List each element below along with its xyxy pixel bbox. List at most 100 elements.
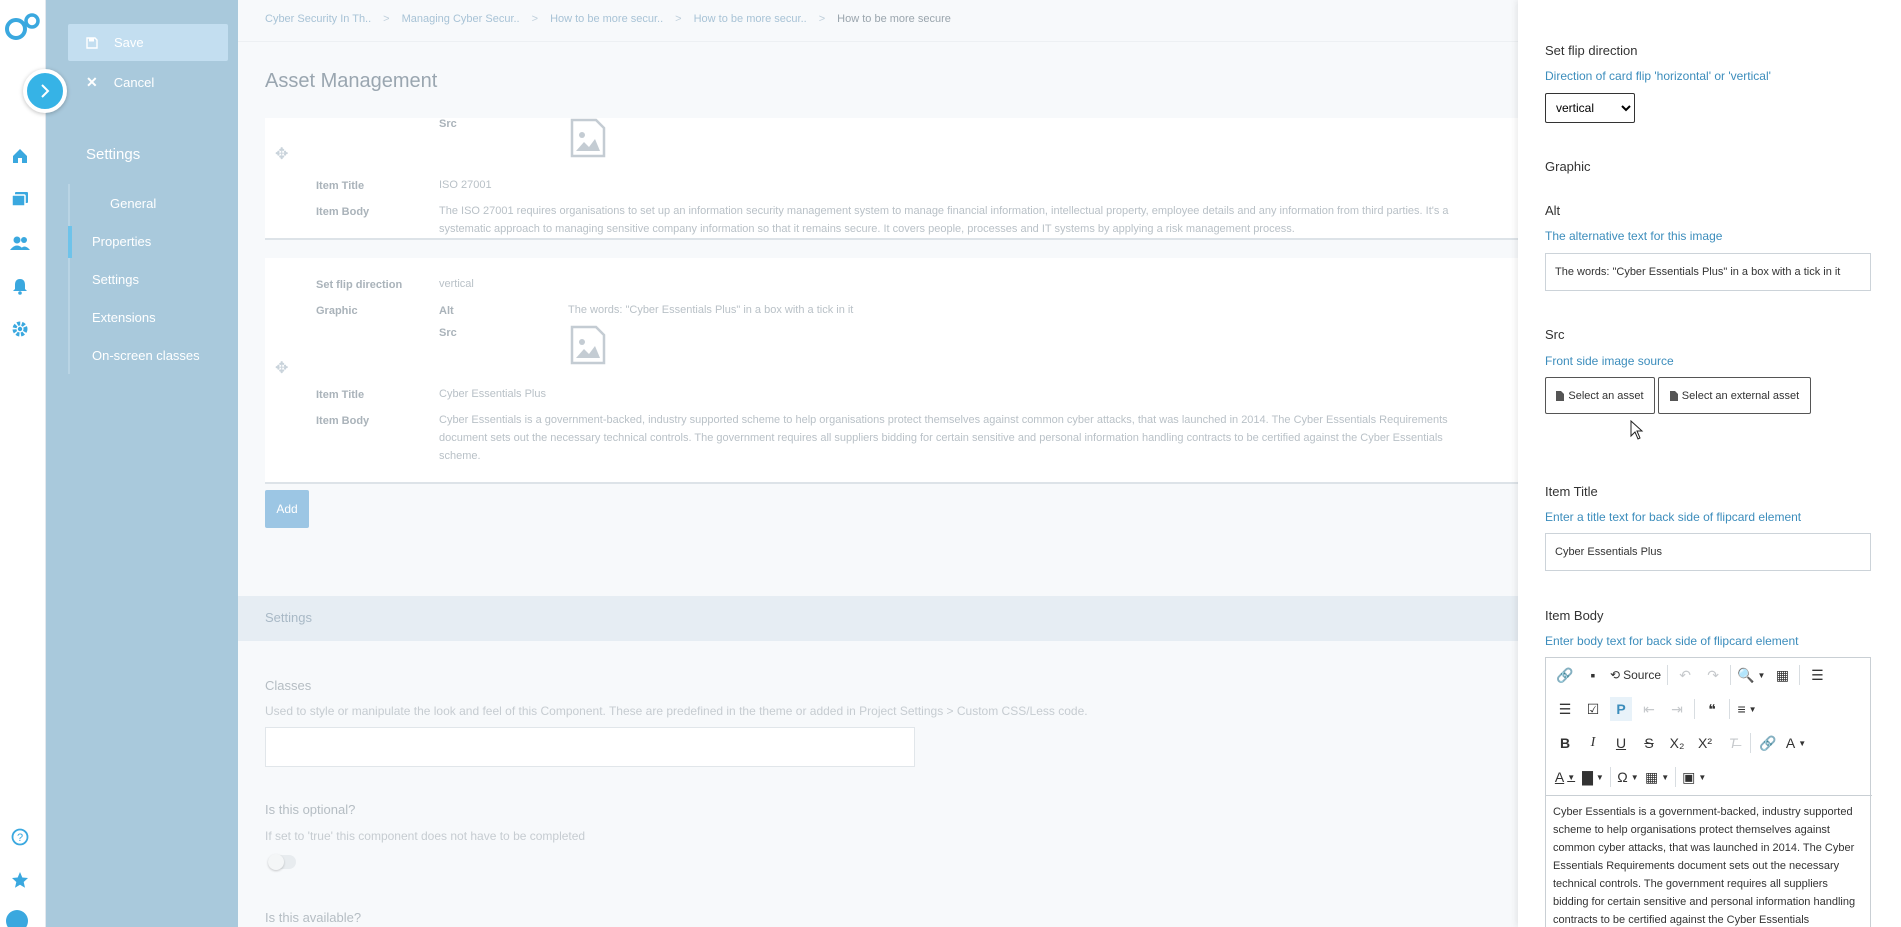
item-body-label: Item Body (316, 415, 370, 427)
special-characters-icon[interactable]: Ω ▼ (1617, 765, 1639, 789)
avatar[interactable] (6, 910, 28, 927)
redo-icon[interactable]: ↷ (1702, 663, 1724, 687)
background-color-icon[interactable]: ▇ ▼ (1582, 765, 1604, 789)
select-all-icon[interactable]: ▦ (1771, 663, 1793, 687)
undo-icon[interactable]: ↶ (1674, 663, 1696, 687)
item-title-help: Enter a title text for back side of flip… (1545, 510, 1802, 524)
indent-icon[interactable]: ⇥ (1666, 697, 1688, 721)
todo-list-icon[interactable]: ☑ (1582, 697, 1604, 721)
toolbar-divider (1799, 665, 1801, 685)
app-logo-icon[interactable] (3, 12, 41, 44)
nav-item-properties[interactable]: Properties (68, 226, 242, 258)
page-title: Asset Management (265, 70, 438, 92)
breadcrumb-item[interactable]: Managing Cyber Secur.. (402, 13, 520, 25)
src-help: Front side image source (1545, 354, 1674, 368)
image-placeholder-icon (570, 118, 606, 158)
bulleted-list-icon[interactable]: ☰ (1554, 697, 1576, 721)
save-label: Save (114, 35, 144, 50)
cancel-button[interactable]: ✕ Cancel (68, 68, 228, 96)
chevron-right-icon: > (818, 13, 826, 25)
outdent-icon[interactable]: ⇤ (1638, 697, 1660, 721)
remove-format-icon[interactable]: T̶ (1722, 731, 1744, 755)
src-label: Src (439, 118, 457, 130)
font-color-icon[interactable]: A ▼ (1554, 765, 1576, 789)
users-icon[interactable] (9, 232, 31, 254)
subscript-icon[interactable]: X₂ (1666, 731, 1688, 755)
source-button[interactable]: ⟲ Source (1610, 663, 1661, 687)
settings-nav-panel: Save ✕ Cancel Settings General Propertie… (46, 0, 238, 927)
bold-icon[interactable]: B (1554, 731, 1576, 755)
select-external-asset-label: Select an external asset (1681, 389, 1800, 402)
item-body-title: Item Body (1545, 608, 1604, 623)
table-icon[interactable]: ▦ ▼ (1645, 765, 1669, 789)
find-replace-icon[interactable]: 🔍 ▼ (1737, 663, 1765, 687)
graphic-title: Graphic (1545, 159, 1591, 174)
select-external-asset-button[interactable]: Select an external asset (1658, 377, 1811, 414)
editor-toolbar-row: B I U S X₂ X² T̶ 🔗 A ▼ (1546, 726, 1872, 760)
superscript-icon[interactable]: X² (1694, 731, 1716, 755)
classes-input[interactable] (265, 727, 915, 767)
save-icon[interactable]: ▪ (1582, 663, 1604, 687)
item-title-input[interactable] (1545, 533, 1871, 571)
src-label: Src (439, 327, 457, 339)
image-placeholder-icon (570, 325, 606, 365)
insert-image-icon[interactable]: ▣ ▼ (1682, 765, 1706, 789)
toolbar-divider (1730, 665, 1732, 685)
link-icon[interactable]: 🔗 (1757, 731, 1779, 755)
help-icon[interactable]: ? (9, 826, 31, 848)
home-icon[interactable] (9, 145, 31, 167)
text-style-icon[interactable]: A ▼ (1785, 731, 1807, 755)
item-title-label: Item Title (316, 389, 365, 401)
add-item-button[interactable]: Add (265, 490, 309, 528)
select-asset-button[interactable]: Select an asset (1545, 377, 1655, 414)
floppy-disk-icon (86, 36, 98, 49)
nav-item-general[interactable]: General (110, 196, 156, 211)
nav-item-onscreen-classes[interactable]: On-screen classes (92, 348, 200, 363)
optional-toggle[interactable] (268, 854, 296, 870)
toolbar-divider (1694, 699, 1695, 719)
nav-item-extensions[interactable]: Extensions (92, 310, 156, 325)
blockquote-icon[interactable]: ❝ (1701, 697, 1723, 721)
alt-help: The alternative text for this image (1545, 229, 1723, 243)
strikethrough-icon[interactable]: S (1638, 731, 1660, 755)
src-title: Src (1545, 327, 1565, 342)
editor-toolbar-row: 🔗 ▪ ⟲ Source ↶ ↷ 🔍 ▼ ▦ ☰ (1546, 658, 1872, 692)
alt-label: Alt (439, 305, 454, 317)
drag-handle-icon[interactable]: ✥ (275, 144, 291, 163)
mouse-cursor-icon (1630, 420, 1644, 440)
nav-divider (68, 184, 70, 374)
top-bar: Cyber Security In Th.. > Managing Cyber S… (238, 0, 1518, 42)
underline-icon[interactable]: U (1610, 731, 1632, 755)
toolbar-divider (1675, 767, 1677, 787)
drag-handle-icon[interactable]: ✥ (275, 358, 291, 377)
star-icon[interactable] (9, 869, 31, 891)
flip-direction-select[interactable]: vertical (1545, 93, 1635, 123)
numbered-list-icon[interactable]: ☰ (1806, 663, 1828, 687)
breadcrumb-item[interactable]: How to be more secur.. (550, 13, 663, 25)
settings-gear-icon[interactable] (9, 318, 31, 340)
align-icon[interactable]: ≡ ▼ (1736, 697, 1758, 721)
chevron-right-icon: > (531, 13, 539, 25)
expand-sidebar-button[interactable] (23, 69, 67, 113)
link-icon[interactable]: 🔗 (1554, 663, 1576, 687)
settings-section-header[interactable]: Settings (238, 596, 1518, 641)
file-icon (1556, 390, 1565, 401)
editor-toolbar-row: A ▼ ▇ ▼ Ω ▼ ▦ ▼ ▣ ▼ (1546, 760, 1872, 794)
flip-direction-help: Direction of card flip 'horizontal' or '… (1545, 69, 1771, 83)
alt-text-input[interactable] (1545, 253, 1871, 291)
nav-item-settings[interactable]: Settings (92, 272, 139, 287)
media-library-icon[interactable] (9, 188, 31, 210)
toolbar-divider (1729, 699, 1730, 719)
main-content: Cyber Security In Th.. > Managing Cyber S… (238, 0, 1518, 927)
save-button[interactable]: Save (68, 24, 228, 61)
graphic-label: Graphic (316, 305, 358, 317)
breadcrumb-item[interactable]: Cyber Security In Th.. (265, 13, 371, 25)
paragraph-icon[interactable]: P (1610, 697, 1632, 721)
settings-section-label: Settings (265, 610, 312, 625)
notifications-bell-icon[interactable] (9, 275, 31, 297)
item-title-value: ISO 27001 (439, 179, 492, 191)
editor-content[interactable]: Cyber Essentials is a government-backed,… (1546, 795, 1872, 927)
breadcrumb-item[interactable]: How to be more secur.. (694, 13, 807, 25)
italic-icon[interactable]: I (1582, 731, 1604, 755)
classes-title: Classes (265, 678, 312, 693)
